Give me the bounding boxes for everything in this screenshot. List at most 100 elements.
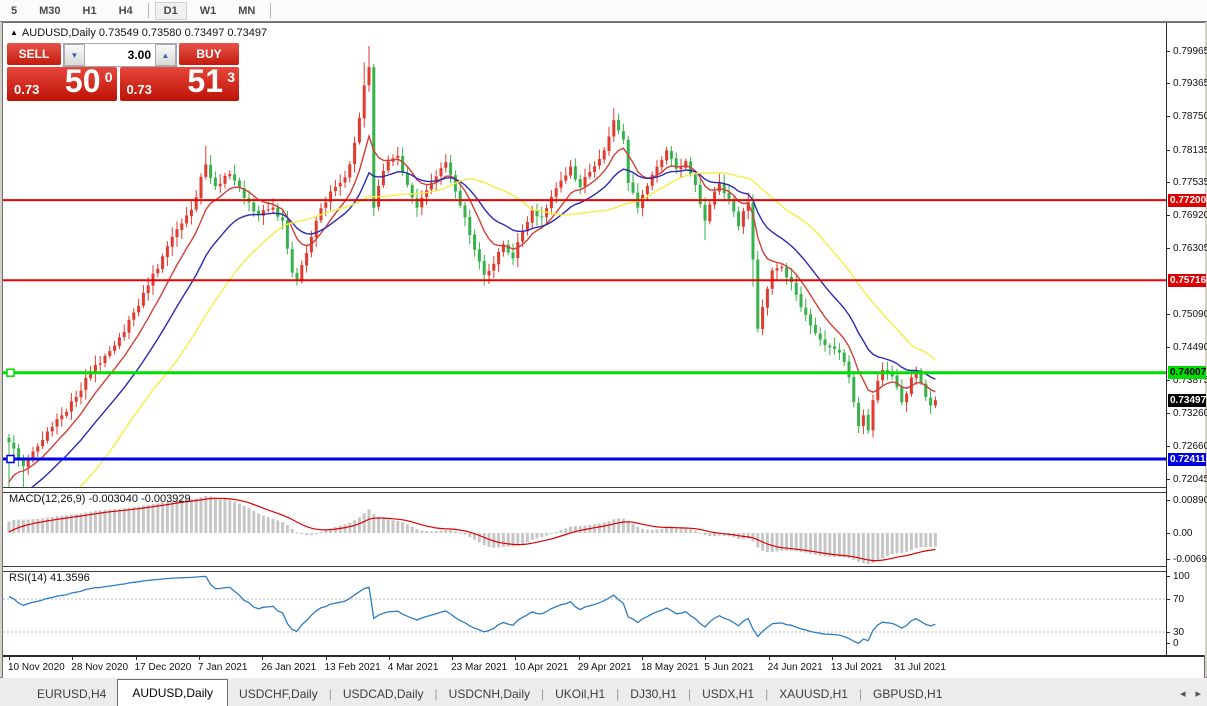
price-tag-0.73497: 0.73497 [1168, 394, 1206, 407]
buy-price-box[interactable]: 0.73 51 3 [120, 67, 239, 101]
axis-tick-mark [1166, 150, 1170, 151]
timeframe-button-W1[interactable]: W1 [191, 2, 226, 20]
buy-button[interactable]: BUY [179, 43, 239, 65]
price-tag-0.75716: 0.75716 [1168, 274, 1206, 287]
axis-tick-mark [1166, 533, 1170, 534]
timeframe-button-H4[interactable]: H4 [110, 2, 142, 20]
date-tick-mark [895, 657, 896, 660]
chart-title: ▲AUDUSD,Daily 0.73549 0.73580 0.73497 0.… [10, 27, 267, 39]
rsi-pane[interactable] [3, 570, 1166, 653]
timeframe-button-H1[interactable]: H1 [74, 2, 106, 20]
chart-tab-USDCAD-Daily[interactable]: USDCAD,Daily [332, 682, 435, 706]
pane-splitter-rsi[interactable] [3, 566, 1166, 572]
axis-tick-mark [1166, 446, 1170, 447]
price-axis-label: 0.79365 [1173, 78, 1207, 89]
macd-label: MACD(12,26,9) -0.003040 -0.003929 [9, 493, 191, 505]
chart-tab-AUDUSD-Daily[interactable]: AUDUSD,Daily [117, 679, 228, 706]
sell-price-big: 50 [65, 63, 101, 100]
date-tick-mark [515, 657, 516, 660]
axis-tick-mark [1166, 632, 1170, 633]
macd-axis-label: -0.00697 [1173, 554, 1207, 565]
timeframe-toolbar: 5M30 H1H4 D1W1MN [0, 0, 1207, 22]
macd-axis-label: 0.008903 [1173, 495, 1207, 506]
axis-tick-mark [1166, 347, 1170, 348]
date-axis-label: 10 Apr 2021 [514, 662, 568, 673]
axis-tick-mark [1166, 116, 1170, 117]
price-axis-label: 0.78750 [1173, 111, 1207, 122]
timeframe-button-MN[interactable]: MN [229, 2, 264, 20]
price-axis[interactable]: 0.799650.793650.787500.781350.775350.769… [1166, 23, 1205, 655]
axis-tick-mark [1166, 83, 1170, 84]
tab-scroll-left-icon[interactable]: ◂ [1180, 687, 1186, 700]
date-tick-mark [705, 657, 706, 660]
date-tick-mark [769, 657, 770, 660]
chart-tab-USDCNH-Daily[interactable]: USDCNH,Daily [438, 682, 541, 706]
date-axis-label: 10 Nov 2020 [8, 662, 65, 673]
macd-axis-label: 0.00 [1173, 528, 1192, 539]
chart-tab-EURUSD-H4[interactable]: EURUSD,H4 [26, 682, 117, 706]
chart-tab-XAUUSD-H1[interactable]: XAUUSD,H1 [768, 682, 859, 706]
date-axis-label: 4 Mar 2021 [388, 662, 439, 673]
axis-tick-mark [1166, 576, 1170, 577]
date-axis[interactable]: 10 Nov 202028 Nov 202017 Dec 20207 Jan 2… [3, 655, 1204, 678]
axis-tick-mark [1166, 314, 1170, 315]
symbol-triangle-icon: ▲ [10, 28, 18, 37]
date-tick-mark [136, 657, 137, 660]
chart-tab-UKOil-H1[interactable]: UKOil,H1 [544, 682, 616, 706]
chart-tab-USDCHF-Daily[interactable]: USDCHF,Daily [228, 682, 329, 706]
price-axis-label: 0.72660 [1173, 441, 1207, 452]
axis-tick-mark [1166, 380, 1170, 381]
date-tick-mark [326, 657, 327, 660]
chart-tab-GBPUSD-H1[interactable]: GBPUSD,H1 [862, 682, 953, 706]
date-tick-mark [9, 657, 10, 660]
rsi-line [9, 576, 935, 643]
date-tick-mark [642, 657, 643, 660]
toolbar-divider [148, 3, 149, 18]
ma-line-slow [9, 173, 935, 487]
macd-histogram [8, 496, 937, 564]
volume-increase-icon[interactable]: ▲ [155, 44, 176, 66]
price-axis-label: 0.76305 [1173, 243, 1207, 254]
date-axis-label: 13 Feb 2021 [325, 662, 381, 673]
tab-scroll-right-icon[interactable]: ▸ [1195, 687, 1201, 700]
axis-tick-mark [1166, 413, 1170, 414]
date-axis-label: 24 Jun 2021 [768, 662, 823, 673]
hline-handle-0.74007[interactable] [7, 369, 14, 376]
mt4-terminal: 5M30 H1H4 D1W1MN ▲AUDUSD,Daily 0.73549 0.7… [0, 0, 1207, 706]
rsi-axis-label: 100 [1173, 571, 1190, 582]
axis-tick-mark [1166, 215, 1170, 216]
axis-tick-mark [1166, 248, 1170, 249]
chart-tab-DJ30-H1[interactable]: DJ30,H1 [619, 682, 688, 706]
sell-price-box[interactable]: 0.73 50 0 [7, 67, 117, 101]
date-tick-mark [579, 657, 580, 660]
price-axis-label: 0.78135 [1173, 145, 1207, 156]
timeframe-button-M30[interactable]: M30 [30, 2, 69, 20]
price-axis-label: 0.75090 [1173, 309, 1207, 320]
chart-tab-USDX-H1[interactable]: USDX,H1 [691, 682, 765, 706]
timeframe-button-5[interactable]: 5 [2, 2, 26, 20]
axis-tick-mark [1166, 182, 1170, 183]
sell-price-superscript: 0 [105, 69, 113, 85]
price-axis-label: 0.79965 [1173, 46, 1207, 57]
sell-button[interactable]: SELL [7, 43, 61, 65]
date-axis-label: 7 Jan 2021 [198, 662, 248, 673]
buy-price-prefix: 0.73 [127, 82, 152, 97]
date-axis-label: 31 Jul 2021 [894, 662, 946, 673]
hline-handle-0.72411[interactable] [7, 456, 14, 463]
date-tick-mark [262, 657, 263, 660]
rsi-axis-label: 0 [1173, 638, 1179, 649]
date-axis-label: 29 Apr 2021 [578, 662, 632, 673]
date-tick-mark [72, 657, 73, 660]
buy-price-superscript: 3 [227, 69, 235, 85]
timeframe-button-D1[interactable]: D1 [155, 2, 187, 20]
price-axis-label: 0.72045 [1173, 474, 1207, 485]
price-axis-label: 0.77535 [1173, 177, 1207, 188]
date-tick-mark [199, 657, 200, 660]
sell-price-prefix: 0.73 [14, 82, 39, 97]
axis-tick-mark [1166, 479, 1170, 480]
date-axis-label: 26 Jan 2021 [261, 662, 316, 673]
date-axis-label: 13 Jul 2021 [831, 662, 883, 673]
chart-window: ▲AUDUSD,Daily 0.73549 0.73580 0.73497 0.… [2, 22, 1205, 677]
date-tick-mark [389, 657, 390, 660]
macd-indicator-values: -0.003040 -0.003929 [88, 493, 190, 505]
